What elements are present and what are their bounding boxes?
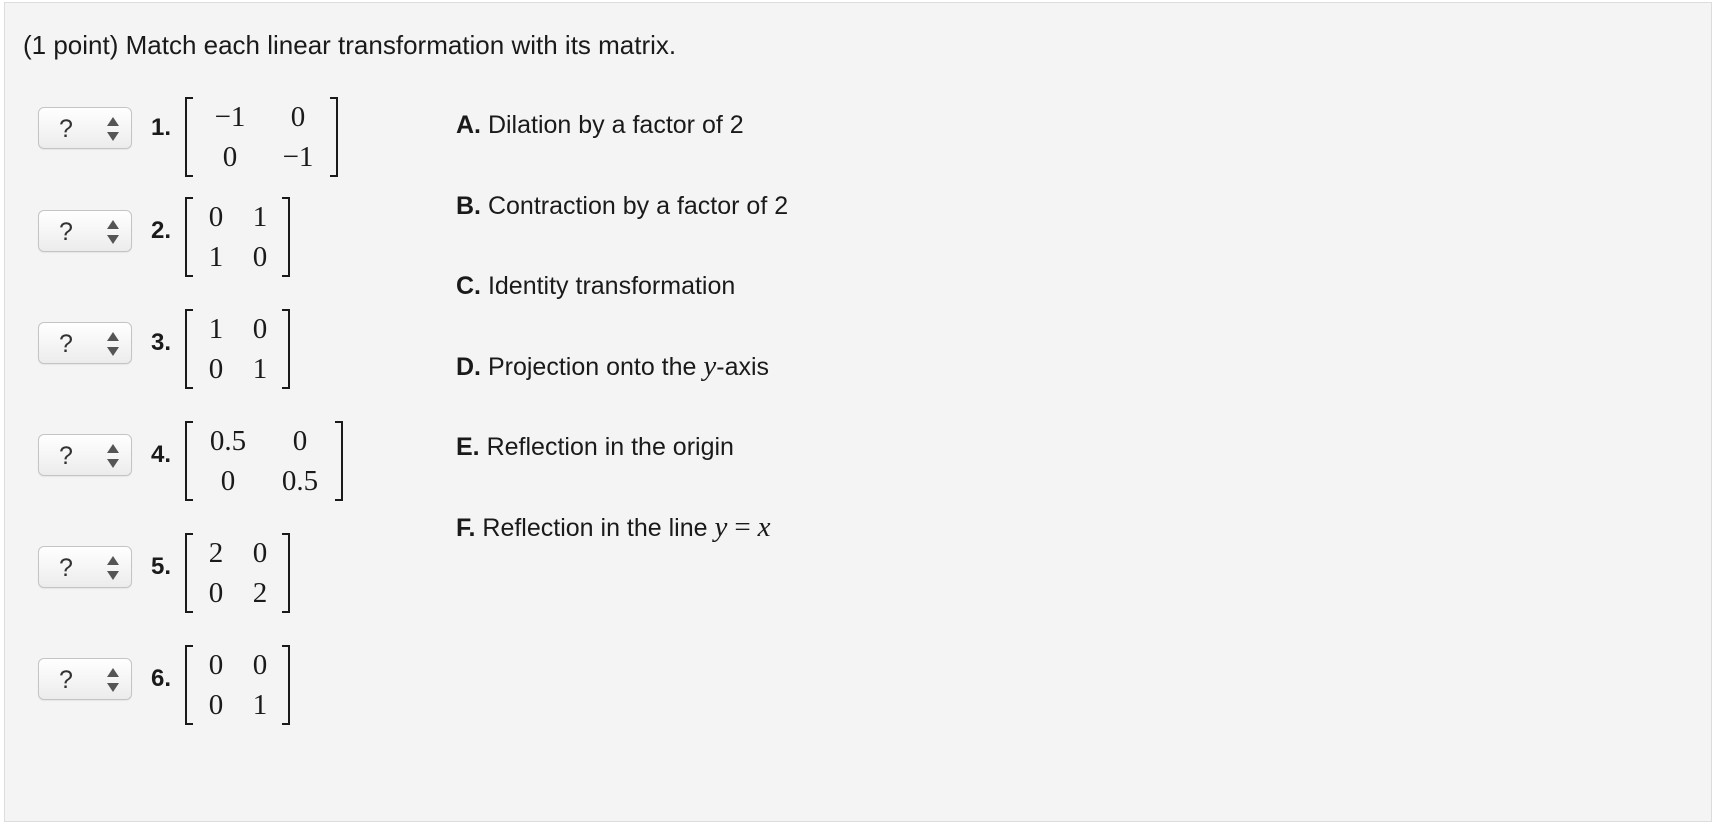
matrix-cell: 0.5	[209, 425, 247, 457]
right-bracket	[282, 309, 290, 389]
right-bracket	[282, 197, 290, 277]
matrix-cell: 0	[252, 537, 268, 569]
answer-select-5[interactable]: ?	[38, 546, 132, 588]
option-letter: D.	[456, 353, 481, 381]
item-number: 5.	[151, 553, 172, 580]
left-bracket	[185, 421, 193, 501]
updown-arrows-icon	[107, 117, 119, 141]
item-number: 4.	[151, 441, 172, 468]
right-bracket	[282, 645, 290, 725]
option-text: Contraction by a factor of 2	[487, 192, 789, 220]
math-variable: y	[714, 511, 728, 543]
left-bracket	[185, 309, 193, 389]
answer-select-4[interactable]: ?	[38, 434, 132, 476]
option-letter: C.	[456, 272, 481, 300]
matrix-cell: 0	[290, 101, 306, 133]
matrix-1: −1 0 0 −1	[185, 97, 338, 177]
matrix-cell: 0	[208, 649, 224, 681]
matrix-cell: 0	[252, 649, 268, 681]
problem-panel: (1 point) Match each linear transformati…	[4, 2, 1712, 822]
matrix-cell: 0	[208, 577, 224, 609]
select-value: ?	[59, 330, 73, 358]
matrix-cell: 2	[252, 577, 268, 609]
matrix-6: 0 0 0 1	[185, 645, 290, 725]
matrix-cell: 1	[252, 353, 268, 385]
item-number: 2.	[151, 217, 172, 244]
matrix-cell: 0	[222, 141, 238, 173]
option-letter: A.	[456, 111, 481, 139]
option-c: C. Identity transformation	[456, 271, 735, 301]
math-variable: y	[703, 350, 717, 382]
updown-arrows-icon	[107, 556, 119, 580]
option-letter: E.	[456, 433, 480, 461]
option-text: Projection onto the	[487, 353, 697, 381]
matrix-cell: 0	[292, 425, 308, 457]
option-b: B. Contraction by a factor of 2	[456, 191, 788, 221]
right-bracket	[335, 421, 343, 501]
option-text: Dilation by a factor of 2	[487, 111, 744, 139]
matrix-cell: 0	[208, 353, 224, 385]
matrix-cell: 0	[208, 201, 224, 233]
matrix-cell: −1	[214, 101, 246, 133]
answer-select-1[interactable]: ?	[38, 107, 132, 149]
matrix-cell: 0	[208, 689, 224, 721]
select-value: ?	[59, 554, 73, 582]
matrix-cell: 1	[252, 201, 268, 233]
matrix-cell: 1	[208, 313, 224, 345]
option-e: E. Reflection in the origin	[456, 432, 734, 462]
item-number: 3.	[151, 329, 172, 356]
option-d: D. Projection onto the y-axis	[456, 351, 769, 382]
matrix-cell: −1	[282, 141, 314, 173]
matrix-cell: 0	[252, 313, 268, 345]
select-value: ?	[59, 666, 73, 694]
left-bracket	[185, 533, 193, 613]
matrix-cell: 1	[208, 241, 224, 273]
item-number: 6.	[151, 665, 172, 692]
equals-sign: =	[734, 511, 751, 543]
answer-select-6[interactable]: ?	[38, 658, 132, 700]
matrix-cell: 0	[252, 241, 268, 273]
matrix-2: 0 1 1 0	[185, 197, 290, 277]
option-text: Identity transformation	[487, 272, 736, 300]
matrix-cell: 0	[220, 465, 236, 497]
right-bracket	[330, 97, 338, 177]
select-value: ?	[59, 115, 73, 143]
option-text: Reflection in the origin	[486, 433, 734, 461]
option-letter: B.	[456, 192, 481, 220]
matrix-5: 2 0 0 2	[185, 533, 290, 613]
item-number: 1.	[151, 114, 172, 141]
option-letter: F.	[456, 514, 476, 542]
right-bracket	[282, 533, 290, 613]
matrix-4: 0.5 0 0 0.5	[185, 421, 343, 501]
updown-arrows-icon	[107, 444, 119, 468]
left-bracket	[185, 645, 193, 725]
matrix-cell: 2	[208, 537, 224, 569]
updown-arrows-icon	[107, 220, 119, 244]
matrix-3: 1 0 0 1	[185, 309, 290, 389]
updown-arrows-icon	[107, 668, 119, 692]
left-bracket	[185, 197, 193, 277]
option-f: F. Reflection in the line y = x	[456, 512, 771, 543]
select-value: ?	[59, 442, 73, 470]
option-text-suffix: -axis	[716, 353, 770, 381]
answer-select-3[interactable]: ?	[38, 322, 132, 364]
option-text: Reflection in the line	[482, 514, 708, 542]
problem-title: (1 point) Match each linear transformati…	[23, 30, 677, 60]
matrix-cell: 0.5	[281, 465, 319, 497]
option-a: A. Dilation by a factor of 2	[456, 110, 744, 140]
updown-arrows-icon	[107, 332, 119, 356]
answer-select-2[interactable]: ?	[38, 210, 132, 252]
left-bracket	[185, 97, 193, 177]
select-value: ?	[59, 218, 73, 246]
matrix-cell: 1	[252, 689, 268, 721]
math-variable: x	[757, 511, 771, 543]
